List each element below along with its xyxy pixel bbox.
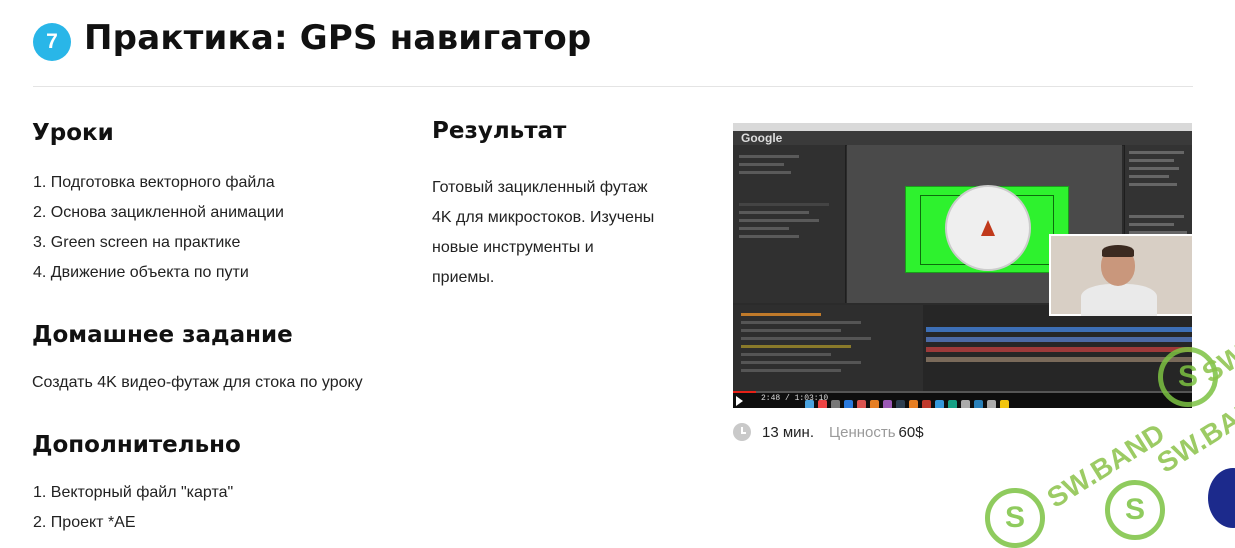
- result-text-line: новые инструменты и: [432, 239, 594, 256]
- extra-heading: Дополнительно: [32, 432, 241, 458]
- video-presenter-webcam: [1049, 234, 1192, 316]
- price-value: 60$: [898, 423, 924, 441]
- video-navigation-arrow: [981, 220, 995, 236]
- result-text-line: приемы.: [432, 269, 495, 286]
- result-heading: Результат: [432, 118, 567, 144]
- video-project-panel: [733, 145, 846, 303]
- video-controls-bar: 2:48 / 1:03:10: [733, 393, 1192, 408]
- result-text-line: Готовый зацикленный футаж: [432, 179, 648, 196]
- play-icon[interactable]: [736, 396, 743, 406]
- lesson-duration: 13 мин.: [762, 423, 814, 441]
- lesson-item: 2. Основа зацикленной анимации: [33, 204, 284, 221]
- price-label: Ценность: [829, 423, 896, 441]
- video-app-logo: Google: [741, 131, 783, 145]
- video-mac-dock: [805, 396, 1013, 408]
- homework-heading: Домашнее задание: [32, 322, 293, 348]
- extra-list: 1. Векторный файл "карта" 2. Проект *AE: [33, 478, 233, 538]
- video-app-toolbar: [733, 131, 1192, 146]
- page-title: Практика: GPS навигатор: [84, 18, 592, 58]
- header-divider: [33, 86, 1193, 87]
- lessons-list: 1. Подготовка векторного файла 2. Основа…: [33, 168, 284, 288]
- watermark-logo-icon: S: [985, 488, 1045, 548]
- homework-text: Создать 4K видео-футаж для стока по урок…: [32, 374, 363, 391]
- result-text-line: 4K для микростоков. Изучены: [432, 209, 655, 226]
- step-number-badge: 7: [33, 23, 71, 61]
- result-text: Готовый зацикленный футаж 4K для микрост…: [432, 173, 654, 293]
- lesson-item: 4. Движение объекта по пути: [33, 264, 249, 281]
- lessons-heading: Уроки: [32, 120, 114, 146]
- extra-item[interactable]: 1. Векторный файл "карта": [33, 478, 233, 508]
- lesson-item: 1. Подготовка векторного файла: [33, 174, 275, 191]
- video-layers-list: [733, 305, 923, 393]
- lesson-item: 3. Green screen на практике: [33, 234, 241, 251]
- lesson-video-player[interactable]: Google 2:48 / 1:03:10: [733, 123, 1192, 408]
- extra-item[interactable]: 2. Проект *AE: [33, 508, 233, 538]
- clock-icon: [733, 423, 751, 441]
- video-mac-menubar: [733, 123, 1192, 131]
- chat-widget-button[interactable]: [1208, 468, 1235, 528]
- lesson-meta: 13 мин. Ценность 60$: [733, 421, 924, 443]
- video-timeline-panel: [733, 305, 1192, 393]
- watermark-logo-icon: S: [1105, 480, 1165, 540]
